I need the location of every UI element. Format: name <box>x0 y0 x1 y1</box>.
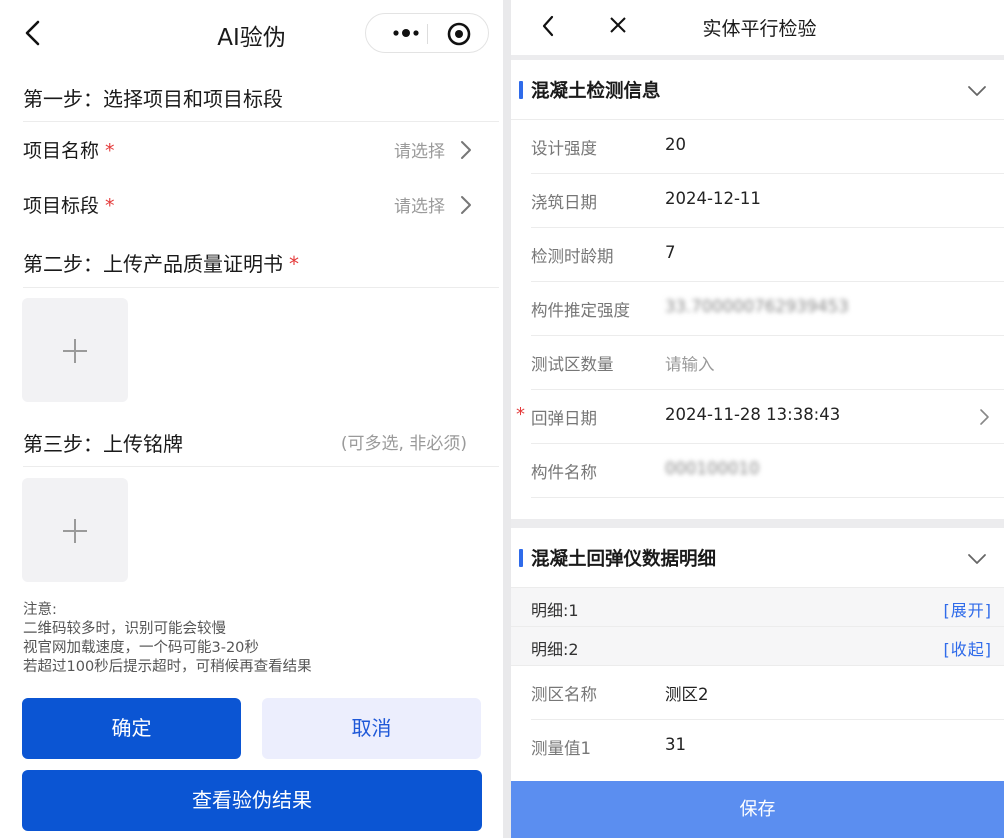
divider <box>531 497 1004 498</box>
field-label: 测量值1 <box>531 739 591 758</box>
measurement-1-row[interactable]: 测量值1 31 <box>531 720 1004 774</box>
rebound-detail-header[interactable]: 混凝土回弹仪数据明细 <box>511 528 1004 588</box>
view-result-button[interactable]: 查看验伪结果 <box>22 770 482 831</box>
field-value: 2024-12-11 <box>665 189 761 208</box>
notes-line: 二维码较多时，识别可能会较慢 <box>23 621 226 637</box>
project-section-placeholder: 请选择 <box>394 197 445 217</box>
detail-row-2: 明细:2 [收起] <box>511 627 1004 666</box>
notes-block: 注意: 二维码较多时，识别可能会较慢 视官网加载速度，一个码可能3-20秒 若超… <box>23 601 312 677</box>
field-value: 7 <box>665 243 676 262</box>
more-icon[interactable] <box>386 16 426 50</box>
field-label: 构件名称 <box>531 463 597 482</box>
field-label: 浇筑日期 <box>531 193 597 212</box>
project-section-row[interactable]: 项目标段 * 请选择 <box>23 177 499 233</box>
step3-hint: (可多选, 非必须) <box>340 434 467 454</box>
test-age-row[interactable]: 检测时龄期 7 <box>531 228 1004 282</box>
test-area-count-input[interactable]: 请输入 <box>665 351 715 375</box>
section-title: 混凝土回弹仪数据明细 <box>531 549 717 570</box>
field-value: 20 <box>665 135 686 154</box>
concrete-info-header[interactable]: 混凝土检测信息 <box>511 60 1004 120</box>
chevron-down-icon[interactable] <box>967 552 987 566</box>
field-value: 测区2 <box>665 685 709 704</box>
left-screen: AI验伪 第一步：选择项目和项目标段 项目名称* 请选择 项目标段* 请选择 <box>0 0 503 838</box>
field-label: 回弹日期 <box>531 409 597 428</box>
collapse-link[interactable]: [收起] <box>944 636 993 660</box>
field-label: 检测时龄期 <box>531 247 614 266</box>
right-nav-bar: 实体平行检验 <box>511 0 1004 55</box>
notes-line: 视官网加载速度，一个码可能3-20秒 <box>23 640 259 656</box>
right-screen: 实体平行检验 混凝土检测信息 设计强度 20 浇筑日期 2024-12-11 检… <box>511 0 1004 838</box>
expand-link[interactable]: [展开] <box>944 597 993 621</box>
design-strength-row[interactable]: 设计强度 20 <box>531 120 1004 174</box>
mini-program-capsule <box>365 13 489 53</box>
divider <box>23 287 499 288</box>
plus-icon <box>63 519 87 543</box>
step2-title: 第二步：上传产品质量证明书 * <box>23 252 299 276</box>
cancel-button[interactable]: 取消 <box>262 698 481 759</box>
section-title: 混凝土检测信息 <box>531 81 661 102</box>
test-area-count-row[interactable]: 测试区数量 请输入 <box>531 336 1004 390</box>
chevron-down-icon[interactable] <box>967 84 987 98</box>
chevron-right-icon <box>461 196 471 214</box>
confirm-button[interactable]: 确定 <box>22 698 241 759</box>
project-name-placeholder: 请选择 <box>394 142 445 162</box>
detail-label: 明细:1 <box>531 601 579 620</box>
capsule-divider <box>427 24 428 44</box>
project-name-label: 项目名称 * <box>23 140 115 162</box>
component-name-row[interactable]: 构件名称 000100010 <box>531 444 1004 498</box>
plus-icon <box>63 339 87 363</box>
upload-certificate-button[interactable] <box>22 298 128 402</box>
field-label: 设计强度 <box>531 139 597 158</box>
notes-heading: 注意: <box>23 602 57 618</box>
field-value: 31 <box>665 735 686 754</box>
rebound-detail-card: 混凝土回弹仪数据明细 明细:1 [展开] 明细:2 [收起] 测区名称 测区2 … <box>511 528 1004 781</box>
step3-title: 第三步：上传铭牌 <box>23 432 183 456</box>
upload-nameplate-button[interactable] <box>22 478 128 582</box>
required-mark: * <box>516 404 525 425</box>
field-label: 测试区数量 <box>531 355 614 374</box>
detail-row-1: 明细:1 [展开] <box>511 588 1004 627</box>
divider <box>23 466 499 467</box>
section-accent-bar <box>519 81 523 99</box>
page-title: 实体平行检验 <box>702 18 817 40</box>
field-label: 构件推定强度 <box>531 301 630 320</box>
field-value: 2024-11-28 13:38:43 <box>665 405 841 424</box>
chevron-right-icon <box>461 141 471 159</box>
save-button[interactable]: 保存 <box>511 781 1004 838</box>
project-name-row[interactable]: 项目名称 * 请选择 <box>23 122 499 178</box>
notes-line: 若超过100秒后提示超时，可稍候再查看结果 <box>23 659 312 675</box>
rebound-date-row[interactable]: * 回弹日期 2024-11-28 13:38:43 <box>516 390 1004 444</box>
concrete-info-card: 混凝土检测信息 设计强度 20 浇筑日期 2024-12-11 检测时龄期 7 … <box>511 60 1004 519</box>
section-accent-bar <box>519 549 523 567</box>
field-value: 33.700000762939453 <box>665 297 849 316</box>
pour-date-row[interactable]: 浇筑日期 2024-12-11 <box>531 174 1004 228</box>
project-section-label: 项目标段 * <box>23 195 115 217</box>
field-label: 测区名称 <box>531 685 597 704</box>
close-miniprogram-icon[interactable] <box>446 21 472 47</box>
field-value: 000100010 <box>665 459 760 478</box>
left-nav-bar: AI验伪 <box>0 0 503 66</box>
test-area-name-row[interactable]: 测区名称 测区2 <box>531 666 1004 720</box>
step1-title: 第一步：选择项目和项目标段 <box>23 87 283 111</box>
estimated-strength-row[interactable]: 构件推定强度 33.700000762939453 <box>531 282 1004 336</box>
detail-label: 明细:2 <box>531 640 579 659</box>
chevron-right-icon <box>980 409 989 425</box>
